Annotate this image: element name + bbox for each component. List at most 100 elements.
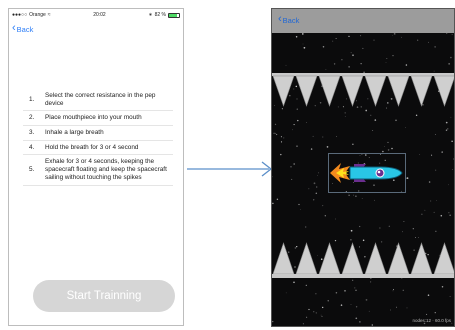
star: [445, 129, 448, 131]
star: [370, 281, 372, 283]
star: [280, 136, 282, 138]
star: [449, 296, 451, 298]
star: [321, 315, 323, 317]
star: [335, 37, 337, 39]
bluetooth-icon: ∗: [148, 12, 153, 18]
star: [335, 291, 338, 294]
spacecraft[interactable]: [328, 153, 408, 195]
back-button[interactable]: ‹ Back: [12, 22, 34, 35]
step-number: 5.: [29, 166, 35, 174]
star: [302, 33, 304, 35]
spike-icon: [364, 242, 387, 275]
star: [322, 136, 324, 138]
carrier-label: Orange: [29, 12, 46, 18]
star: [355, 317, 358, 320]
star: [385, 61, 387, 63]
star: [359, 225, 361, 228]
star: [293, 163, 296, 165]
star: [341, 59, 343, 61]
star: [390, 309, 391, 311]
star: [450, 56, 452, 59]
star: [433, 211, 435, 213]
list-item: 2. Place mouthpiece into your mouth: [23, 111, 173, 127]
step-text: Place mouthpiece into your mouth: [45, 114, 142, 122]
game-back-button[interactable]: ‹ Back: [278, 14, 299, 26]
star: [320, 314, 322, 316]
step-text: Exhale for 3 or 4 seconds, keeping the s…: [45, 158, 167, 181]
star: [426, 313, 428, 315]
star: [387, 149, 390, 151]
star: [393, 33, 395, 35]
star: [448, 212, 450, 214]
star: [333, 63, 336, 65]
debug-readout: nodes:12 · 60.0 fps: [412, 318, 451, 323]
star: [302, 323, 304, 325]
star: [434, 312, 436, 314]
star: [308, 188, 310, 190]
star: [322, 306, 324, 309]
star: [293, 124, 295, 126]
bottom-spike-row: [272, 242, 454, 278]
star: [396, 306, 397, 308]
step-text: Hold the breath for 3 or 4 second: [45, 143, 139, 151]
star: [361, 198, 363, 199]
spike-icon: [295, 242, 318, 275]
star: [312, 135, 314, 137]
star: [427, 294, 430, 296]
status-time: 20:02: [93, 12, 106, 18]
star: [435, 230, 437, 232]
star: [393, 289, 394, 290]
star: [336, 135, 338, 137]
list-item: 5. Exhale for 3 or 4 seconds, keeping th…: [23, 155, 173, 186]
star: [372, 130, 374, 131]
star: [424, 209, 426, 211]
game-nav-bar: ‹ Back: [272, 9, 454, 33]
back-label: Back: [16, 24, 34, 34]
status-bar: ●●●○○ Orange ≈ 20:02 ∗ 82 %: [9, 9, 183, 21]
start-training-button[interactable]: Start Trainning: [33, 280, 175, 312]
star: [418, 236, 419, 238]
transition-arrow-icon: [187, 161, 273, 177]
star: [373, 39, 375, 41]
star: [315, 293, 317, 295]
star: [348, 35, 350, 38]
star: [300, 209, 301, 210]
spike-icon: [295, 75, 318, 107]
wifi-icon: ≈: [47, 12, 51, 18]
star: [449, 214, 451, 216]
star: [402, 289, 404, 291]
star: [295, 36, 298, 38]
list-item: 4. Hold the breath for 3 or 4 second: [23, 141, 173, 156]
star: [415, 236, 416, 238]
rocket-window: [375, 168, 385, 178]
game-screen: ‹ Back nodes:12 · 60.0 fps: [271, 8, 455, 327]
star: [447, 128, 449, 130]
status-carrier-group: ●●●○○ Orange ≈: [12, 12, 51, 18]
star: [405, 127, 406, 128]
star: [451, 140, 453, 143]
star: [359, 321, 361, 323]
star: [290, 166, 292, 168]
star: [441, 151, 443, 153]
star: [405, 64, 408, 66]
star: [448, 63, 450, 65]
star: [350, 229, 353, 232]
star: [344, 290, 346, 292]
star: [332, 40, 334, 42]
top-spike-row: [272, 73, 454, 107]
star: [276, 198, 279, 201]
star: [383, 146, 385, 147]
star: [352, 143, 354, 145]
step-text: Inhale a large breath: [45, 129, 104, 137]
spike-icon: [433, 75, 454, 107]
star: [326, 146, 329, 148]
star: [395, 119, 397, 122]
step-number: 3.: [29, 129, 35, 137]
star: [272, 202, 274, 205]
star: [370, 114, 372, 116]
star: [446, 33, 448, 34]
star: [388, 225, 390, 227]
star: [348, 66, 350, 68]
star: [293, 281, 295, 284]
star: [360, 63, 362, 65]
